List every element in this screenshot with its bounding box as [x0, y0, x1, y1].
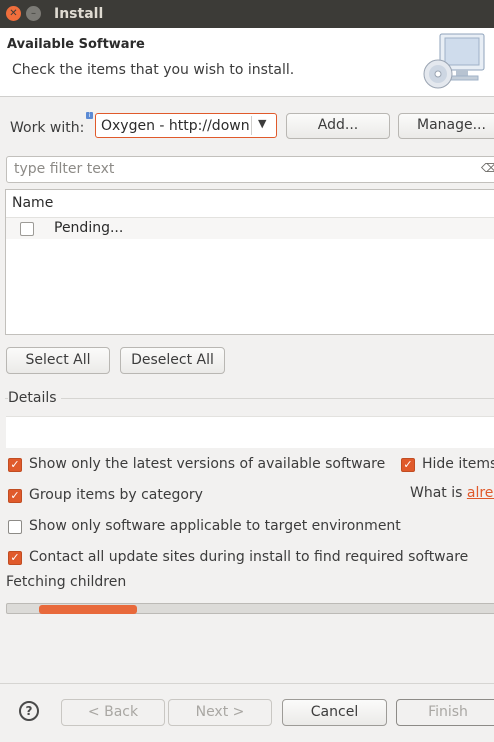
work-with-label: Work with:	[10, 120, 85, 136]
details-divider	[5, 398, 494, 399]
close-window-button[interactable]: ✕	[6, 6, 21, 21]
page-description: Check the items that you wish to install…	[12, 62, 295, 78]
cancel-button[interactable]: Cancel	[282, 699, 387, 726]
minimize-window-button[interactable]: –	[26, 6, 41, 21]
group-by-category-checkbox[interactable]: ✓	[8, 489, 22, 503]
select-all-button[interactable]: Select All	[6, 347, 110, 374]
target-env-checkbox[interactable]	[8, 520, 22, 534]
filter-placeholder: type filter text	[14, 161, 115, 177]
title-bar: ✕ – Install	[0, 0, 494, 28]
column-header-name[interactable]: Name	[6, 190, 494, 218]
latest-versions-label: Show only the latest versions of availab…	[29, 456, 386, 472]
combo-separator	[251, 116, 252, 135]
next-button[interactable]: Next >	[168, 699, 272, 726]
target-env-label: Show only software applicable to target …	[29, 518, 401, 534]
manage-button[interactable]: Manage...	[398, 113, 494, 139]
work-with-value: Oxygen - http://download.eclipse.org/rel…	[101, 118, 249, 134]
what-is-installed-text: What is already installed	[410, 485, 494, 501]
work-with-combo[interactable]: Oxygen - http://download.eclipse.org/rel…	[95, 113, 277, 138]
deselect-all-button[interactable]: Deselect All	[120, 347, 225, 374]
close-icon: ✕	[9, 7, 18, 19]
clear-filter-icon[interactable]: ⌫	[481, 161, 494, 175]
filter-input[interactable]: type filter text ⌫	[6, 156, 494, 183]
details-label: Details	[8, 390, 61, 406]
contact-sites-checkbox[interactable]: ✓	[8, 551, 22, 565]
chevron-down-icon[interactable]: ▼	[258, 117, 266, 130]
contact-sites-label: Contact all update sites during install …	[29, 549, 469, 565]
table-row[interactable]: Pending...	[6, 218, 494, 239]
group-by-category-label: Group items by category	[29, 487, 203, 503]
status-text: Fetching children	[6, 574, 127, 590]
minimize-icon: –	[31, 7, 36, 19]
hide-installed-checkbox[interactable]: ✓	[401, 458, 415, 472]
software-tree[interactable]: Name Pending...	[5, 189, 494, 335]
footer-divider	[0, 683, 494, 684]
row-checkbox[interactable]	[20, 222, 34, 236]
finish-button[interactable]: Finish	[396, 699, 494, 726]
install-banner-icon	[423, 33, 485, 89]
wizard-header: Available Software Check the items that …	[0, 28, 494, 97]
progress-bar-fill	[39, 605, 137, 614]
already-installed-link[interactable]: already installed	[467, 485, 494, 501]
hide-installed-label: Hide items that are already installed	[422, 456, 494, 472]
column-header-label: Name	[12, 195, 54, 211]
details-text-area[interactable]	[6, 416, 494, 448]
info-icon: i	[86, 112, 93, 119]
help-icon[interactable]: ?	[19, 701, 39, 721]
add-button[interactable]: Add...	[286, 113, 390, 139]
row-label: Pending...	[54, 220, 124, 236]
back-button[interactable]: < Back	[61, 699, 165, 726]
progress-bar	[6, 603, 494, 614]
window-title: Install	[54, 6, 104, 22]
page-title: Available Software	[7, 37, 145, 52]
what-is-prefix: What is	[410, 485, 467, 501]
latest-versions-checkbox[interactable]: ✓	[8, 458, 22, 472]
